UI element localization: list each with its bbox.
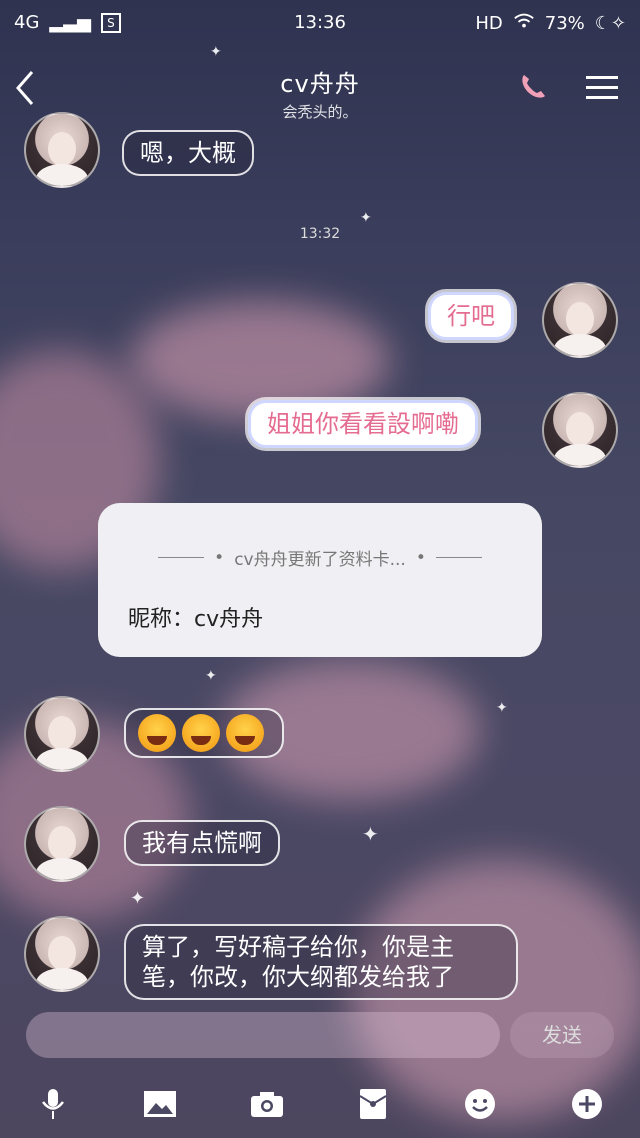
status-bar: 4G ▂▃▅ S 13:36 HD 73% ☾✧: [0, 0, 640, 44]
crying-laughing-emoji-icon: [138, 714, 176, 752]
star-icon: ✦: [360, 210, 372, 226]
message-bubble[interactable]: 算了，写好稿子给你，你是主笔，你改，你大纲都发给我了: [124, 924, 518, 1000]
contact-avatar[interactable]: [24, 806, 100, 882]
plus-icon[interactable]: [565, 1082, 609, 1126]
message-timestamp: 13:32: [299, 226, 341, 242]
profile-update-card[interactable]: • cv舟舟更新了资料卡... • 昵称：cv舟舟: [98, 503, 542, 657]
message-bubble[interactable]: 嗯，大概: [122, 130, 254, 176]
star-icon: ✦: [130, 888, 146, 909]
send-button[interactable]: 发送: [510, 1012, 614, 1058]
message-input[interactable]: [26, 1012, 500, 1058]
microphone-icon[interactable]: [31, 1082, 75, 1126]
star-icon: ✦: [210, 44, 222, 60]
my-avatar[interactable]: [542, 282, 618, 358]
card-body-text: 昵称：cv舟舟: [128, 607, 264, 632]
battery-label: 73%: [544, 13, 585, 34]
crying-laughing-emoji-icon: [226, 714, 264, 752]
star-icon: ✦: [205, 668, 217, 684]
contact-avatar[interactable]: [24, 112, 100, 188]
chat-header: cv舟舟 会秃头的。: [0, 60, 640, 130]
moon-icon: ☾✧: [594, 13, 626, 34]
image-icon[interactable]: [138, 1082, 182, 1126]
crying-laughing-emoji-icon: [182, 714, 220, 752]
red-packet-icon[interactable]: [351, 1082, 395, 1126]
diamond-icon: •: [415, 547, 426, 568]
emoji-message-bubble[interactable]: [124, 708, 284, 758]
message-bubble[interactable]: 我有点慌啊: [124, 820, 280, 866]
diamond-icon: •: [214, 547, 225, 568]
hd-label: HD: [475, 13, 503, 34]
contact-signature: 会秃头的。: [282, 103, 358, 121]
input-toolbar: [0, 1070, 640, 1138]
message-bubble-self[interactable]: 姐姐你看看設啊嘞: [248, 400, 478, 448]
phone-button[interactable]: [516, 72, 548, 104]
menu-button[interactable]: [586, 74, 618, 102]
contact-avatar[interactable]: [24, 916, 100, 992]
emoji-icon[interactable]: [458, 1082, 502, 1126]
camera-icon[interactable]: [245, 1082, 289, 1126]
my-avatar[interactable]: [542, 392, 618, 468]
message-bubble-self[interactable]: 行吧: [428, 292, 514, 340]
wifi-icon: [513, 12, 535, 35]
star-icon: ✦: [496, 700, 508, 716]
card-header: • cv舟舟更新了资料卡... •: [98, 545, 542, 570]
contact-avatar[interactable]: [24, 696, 100, 772]
star-icon: ✦: [362, 822, 379, 846]
chat-screen: ✦ ✦ ✦ ✦ ✦ ✦ 4G ▂▃▅ S 13:36 HD 73% ☾✧ cv舟…: [0, 0, 640, 1138]
card-header-text: cv舟舟更新了资料卡...: [234, 550, 406, 570]
